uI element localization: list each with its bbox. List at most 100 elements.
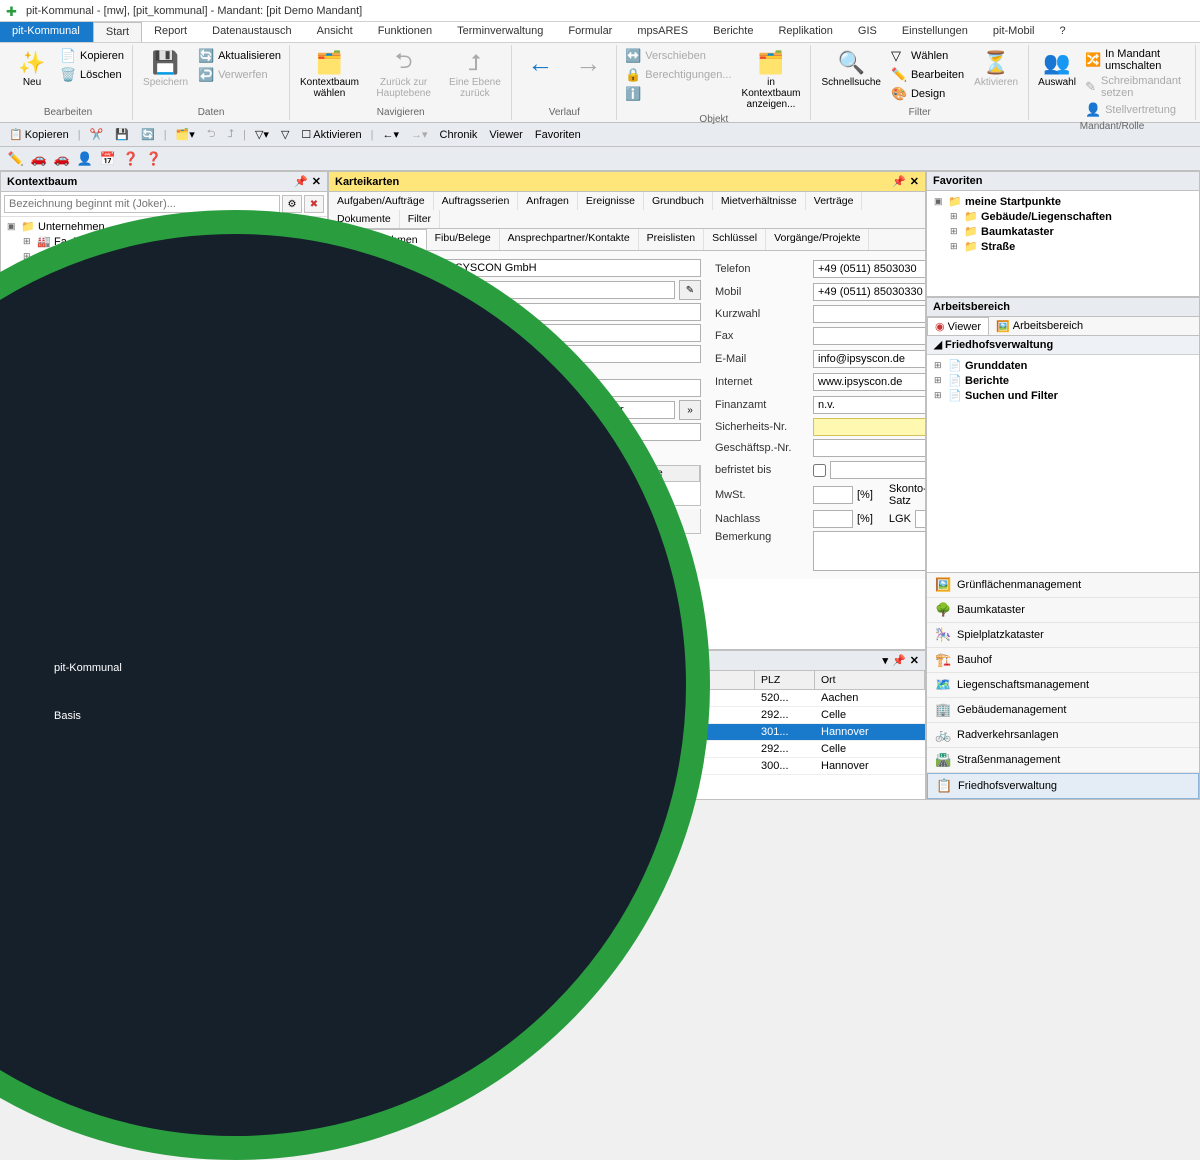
qb-save[interactable]: 💾 — [112, 127, 132, 142]
qb-viewer[interactable]: Viewer — [486, 128, 525, 142]
module-item[interactable]: 📋Friedhofsverwaltung — [927, 773, 1199, 799]
fav-item[interactable]: ⊞📁Gebäude/Liegenschaften — [948, 209, 1194, 224]
mwst-input[interactable] — [813, 486, 853, 504]
loeschen-button[interactable]: 🗑️Löschen — [58, 66, 126, 84]
schreibmandant-button[interactable]: ✎Schreibmandant setzen — [1083, 74, 1189, 100]
email-input[interactable] — [813, 350, 925, 368]
subtab[interactable]: Filter — [400, 210, 440, 228]
filter-design-button[interactable]: 🎨Design — [889, 85, 966, 103]
tb-edit[interactable]: ✏️ — [6, 149, 26, 169]
ab-tree-item[interactable]: ⊞📄Suchen und Filter — [932, 388, 1194, 403]
tab-datenaustausch[interactable]: Datenaustausch — [200, 22, 305, 42]
tab-berichte[interactable]: Berichte — [701, 22, 766, 42]
qb-hist-back[interactable]: ←▾ — [379, 127, 402, 142]
tab-funktionen[interactable]: Funktionen — [366, 22, 445, 42]
subtab[interactable]: Preislisten — [639, 229, 704, 250]
filter-clear-button[interactable]: ✖ — [304, 195, 324, 213]
subtab[interactable]: Vorgänge/Projekte — [766, 229, 869, 250]
info-button[interactable]: ℹ️ — [623, 85, 733, 103]
qb-filter1[interactable]: ▽▾ — [252, 127, 272, 142]
stellvertretung-button[interactable]: 👤Stellvertretung — [1083, 101, 1189, 119]
subtab[interactable]: Verträge — [806, 192, 863, 210]
tab-start[interactable]: Start — [93, 22, 142, 42]
tb-cal[interactable]: 📅 — [98, 149, 118, 169]
filter-aktivieren-button[interactable]: ⏳Aktivieren — [970, 47, 1022, 90]
tab-einstellungen[interactable]: Einstellungen — [890, 22, 981, 42]
module-item[interactable]: 🚲Radverkehrsanlagen — [927, 723, 1199, 748]
edit-icon[interactable]: ✎ — [679, 280, 701, 300]
tab-pitmobil[interactable]: pit-Mobil — [981, 22, 1048, 42]
tab-terminverwaltung[interactable]: Terminverwaltung — [445, 22, 556, 42]
qb-copy[interactable]: 📋 Kopieren — [6, 127, 72, 142]
in-kontextbaum-anzeigen-button[interactable]: 🗂️in Kontextbaum anzeigen... — [738, 47, 805, 112]
tab-app[interactable]: pit-Kommunal — [0, 22, 93, 42]
subtab[interactable]: Auftragsserien — [434, 192, 519, 210]
ab-tree-item[interactable]: ⊞📄Berichte — [932, 373, 1194, 388]
subtab[interactable]: Grundbuch — [644, 192, 713, 210]
sicherheitsnr-input[interactable] — [813, 418, 925, 436]
tb-help2[interactable]: ❓ — [144, 149, 164, 169]
berechtigungen-button[interactable]: 🔒Berechtigungen... — [623, 66, 733, 84]
module-item[interactable]: 🖼️Grünflächenmanagement — [927, 573, 1199, 598]
kopieren-button[interactable]: 📄Kopieren — [58, 47, 126, 65]
pin-icon[interactable]: 📌 — [892, 175, 906, 188]
close-icon[interactable]: ✕ — [910, 654, 919, 667]
pin-icon[interactable]: 📌 — [294, 175, 308, 188]
subtab[interactable]: Aufgaben/Aufträge — [329, 192, 434, 210]
qb-chronik[interactable]: Chronik — [437, 128, 481, 142]
tab-replikation[interactable]: Replikation — [766, 22, 845, 42]
module-item[interactable]: 🗺️Liegenschaftsmanagement — [927, 673, 1199, 698]
telefon-input[interactable] — [813, 260, 925, 278]
internet-input[interactable] — [813, 373, 925, 391]
subtab[interactable]: Anfragen — [518, 192, 578, 210]
close-icon[interactable]: ✕ — [910, 175, 919, 188]
bezeichnung-input[interactable] — [437, 259, 701, 277]
filter-bearbeiten-button[interactable]: ✏️Bearbeiten — [889, 66, 966, 84]
fav-item[interactable]: ⊞📁Baumkataster — [948, 224, 1194, 239]
module-item[interactable]: 🛣️Straßenmanagement — [927, 748, 1199, 773]
mandant-auswahl-button[interactable]: 👥Auswahl — [1035, 47, 1079, 90]
qb-aktivieren[interactable]: ☐ Aktivieren — [298, 127, 364, 142]
qb-favoriten[interactable]: Favoriten — [532, 128, 584, 142]
module-item[interactable]: 🏢Gebäudemanagement — [927, 698, 1199, 723]
neu-button[interactable]: ✨Neu — [10, 47, 54, 90]
schnellsuche-button[interactable]: 🔍Schnellsuche — [817, 47, 884, 90]
qb-filter2[interactable]: ▽ — [278, 127, 292, 142]
tab-mpsares[interactable]: mpsARES — [625, 22, 701, 42]
qb-tree[interactable]: 🗂️▾ — [173, 127, 198, 142]
ab-tree-item[interactable]: ⊞📄Grunddaten — [932, 358, 1194, 373]
subtab[interactable]: Ereignisse — [578, 192, 644, 210]
history-back-button[interactable]: ← — [518, 47, 562, 79]
tab-report[interactable]: Report — [142, 22, 200, 42]
filter-waehlen-button[interactable]: ▽Wählen — [889, 47, 966, 65]
tb-red1[interactable]: 🚗 — [29, 149, 49, 169]
mobil-input[interactable] — [813, 283, 925, 301]
tb-user[interactable]: 👤 — [75, 149, 95, 169]
speichern-button[interactable]: 💾Speichern — [139, 47, 192, 90]
fax-input[interactable] — [813, 327, 925, 345]
mandant-umschalten-button[interactable]: 🔀In Mandant umschalten — [1083, 47, 1189, 73]
nachlass-input[interactable] — [813, 510, 853, 528]
qb-refresh[interactable]: 🔄 — [138, 127, 158, 142]
lookup-icon[interactable]: » — [679, 400, 701, 420]
kontextbaum-waehlen-button[interactable]: 🗂️Kontextbaum wählen — [296, 47, 363, 101]
close-icon[interactable]: ✕ — [312, 175, 321, 188]
tab-formular[interactable]: Formular — [556, 22, 625, 42]
tb-help1[interactable]: ❓ — [121, 149, 141, 169]
pin-icon[interactable]: 📌 — [892, 654, 906, 667]
verwerfen-button[interactable]: ↩️Verwerfen — [196, 66, 283, 84]
history-forward-button[interactable]: → — [566, 47, 610, 79]
subtab[interactable]: Mietverhältnisse — [713, 192, 806, 210]
finanzamt-input[interactable] — [813, 396, 925, 414]
module-item[interactable]: 🎠Spielplatzkataster — [927, 623, 1199, 648]
eine-ebene-zurueck-button[interactable]: ⮥Eine Ebene zurück — [445, 47, 506, 101]
filter-options-button[interactable]: ⚙ — [282, 195, 302, 213]
befristet-date-input[interactable] — [830, 461, 925, 479]
aktualisieren-button[interactable]: 🔄Aktualisieren — [196, 47, 283, 65]
tab-gis[interactable]: GIS — [846, 22, 890, 42]
subtab[interactable]: Schlüssel — [704, 229, 766, 250]
tab-viewer[interactable]: ◉Viewer — [927, 317, 989, 335]
geschaeftspnr-input[interactable] — [813, 439, 925, 457]
verschieben-button[interactable]: ↔️Verschieben — [623, 47, 733, 65]
zurueck-hauptebene-button[interactable]: ⮌Zurück zur Hauptebene — [367, 47, 441, 101]
